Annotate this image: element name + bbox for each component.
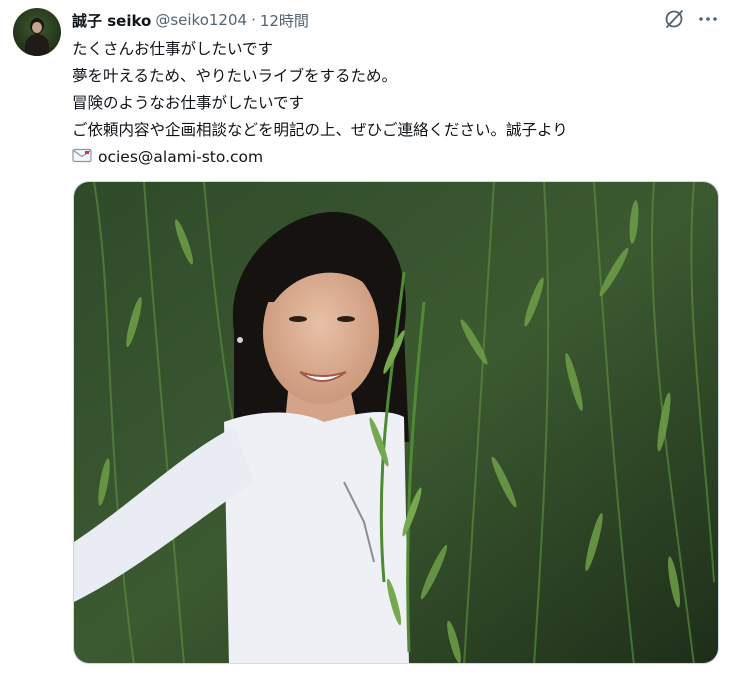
envelope-icon xyxy=(72,148,92,163)
avatar-body xyxy=(25,34,49,56)
author-name[interactable]: 誠子 seiko xyxy=(72,10,151,31)
email-address: ocies@alami-sto.com xyxy=(98,148,264,166)
tweet-line-1: たくさんお仕事がしたいです xyxy=(72,40,274,58)
tweet-text: たくさんお仕事がしたいです 夢を叶えるため、やりたいライブをするため。 冒険のよ… xyxy=(72,36,712,171)
tweet-line-4: ご依頼内容や企画相談などを明記の上、ぜひご連絡ください。誠子より xyxy=(72,121,568,139)
author-handle[interactable]: @seiko1204 xyxy=(155,11,247,29)
tweet-photo[interactable] xyxy=(73,181,719,664)
grok-icon[interactable] xyxy=(663,8,685,30)
tweet-header: 誠子 seiko @seiko1204 · 12時間 xyxy=(72,10,309,30)
separator-dot: · xyxy=(251,11,256,29)
avatar-face xyxy=(32,22,42,33)
photo-image xyxy=(74,182,718,663)
tweet-line-3: 冒険のようなお仕事がしたいです xyxy=(72,94,305,112)
more-icon[interactable] xyxy=(697,8,719,30)
tweet-line-2: 夢を叶えるため、やりたいライブをするため。 xyxy=(72,67,398,85)
tweet-email-line: ocies@alami-sto.com xyxy=(72,144,712,171)
tweet-time[interactable]: 12時間 xyxy=(260,10,309,31)
avatar[interactable] xyxy=(13,8,61,56)
